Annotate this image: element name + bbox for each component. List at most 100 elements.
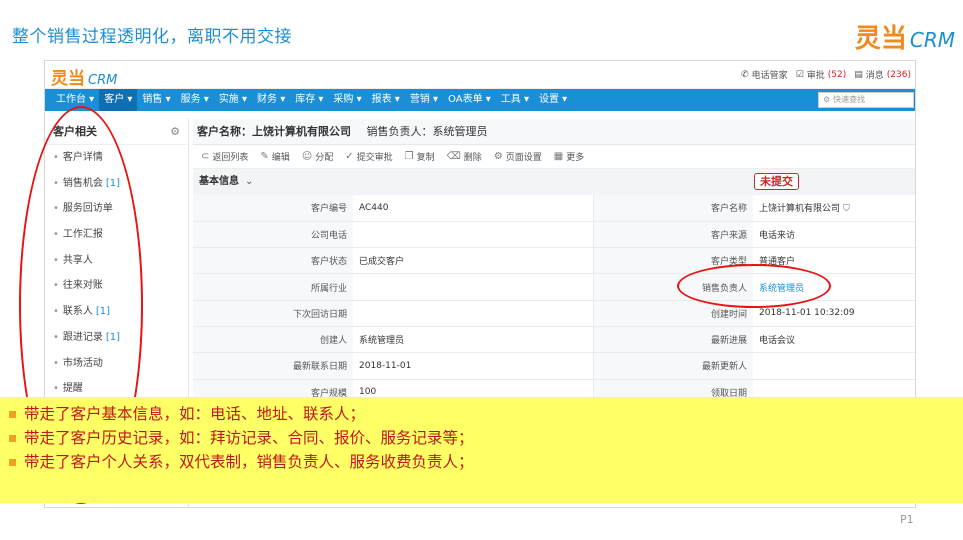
sales-owner: 销售负责人：系统管理员 bbox=[366, 125, 488, 138]
field-label: 客户编号 bbox=[193, 195, 353, 222]
approval-count: (52) bbox=[827, 69, 847, 80]
note-line: 带走了客户历史记录，如：拜访记录、合同、报价、服务记录等； bbox=[9, 426, 963, 450]
sidebar-item-label: 服务回访单 bbox=[62, 203, 113, 215]
sidebar-item-label: 提醒 bbox=[62, 383, 83, 395]
notes-panel: 带走了客户基本信息，如：电话、地址、联系人； 带走了客户历史记录，如：拜访记录、合… bbox=[0, 397, 963, 503]
settings-icon: ⚙ bbox=[493, 151, 503, 162]
nav-item[interactable]: 销售 ▾ bbox=[137, 89, 175, 111]
field-label: 创建时间 bbox=[593, 300, 753, 327]
nav-item[interactable]: 工具 ▾ bbox=[496, 89, 534, 111]
sidebar-item[interactable]: • 市场活动 bbox=[45, 351, 188, 377]
field-label: 客户类型 bbox=[593, 247, 753, 275]
square-bullet-icon bbox=[9, 434, 16, 442]
edit-button[interactable]: ✎ 编辑 bbox=[260, 150, 289, 163]
sidebar-item[interactable]: • 共享人 bbox=[45, 248, 188, 274]
field-value: 系统管理员 bbox=[753, 273, 915, 301]
sidebar-item-label: 市场活动 bbox=[62, 357, 103, 369]
sidebar-item[interactable]: • 销售机会 [1] bbox=[45, 171, 188, 197]
app-logo-crm: CRM bbox=[88, 73, 118, 88]
field-label: 销售负责人 bbox=[593, 273, 753, 301]
nav-item[interactable]: 财务 ▾ bbox=[252, 89, 290, 111]
edit-icon: ✎ bbox=[260, 151, 269, 162]
bullet-icon: • bbox=[53, 357, 59, 369]
table-row: 客户编号 AC440 客户名称 上饶计算机有限公司 ⛉ bbox=[193, 195, 915, 222]
bullet-icon: • bbox=[53, 383, 59, 395]
check-circle-icon: ✓ bbox=[345, 151, 354, 162]
bullet-icon: • bbox=[53, 203, 59, 215]
sidebar-settings-icon[interactable]: ⚙ bbox=[170, 119, 180, 145]
table-row: 公司电话 客户来源 电话来访 bbox=[193, 221, 915, 249]
sidebar-title: 客户相关 ⚙ bbox=[45, 119, 188, 145]
nav-item[interactable]: 实施 ▾ bbox=[214, 89, 252, 111]
nav-item[interactable]: 库存 ▾ bbox=[290, 89, 328, 111]
sidebar-item[interactable]: • 工作汇报 bbox=[45, 222, 188, 248]
field-label: 客户名称 bbox=[593, 195, 753, 222]
approval-link[interactable]: ☑ 审批 (52) bbox=[796, 68, 847, 82]
field-label: 公司电话 bbox=[193, 221, 353, 249]
nav-item[interactable]: 营销 ▾ bbox=[405, 89, 443, 111]
app-top-bar: 灵当 CRM ✆ 电话管家 ☑ 审批 (52) ▤ 消息 (236) bbox=[45, 61, 915, 89]
shield-icon: ⛉ bbox=[843, 204, 850, 215]
bullet-icon: • bbox=[53, 331, 59, 343]
phone-manager-link[interactable]: ✆ 电话管家 bbox=[741, 68, 788, 82]
top-links: ✆ 电话管家 ☑ 审批 (52) ▤ 消息 (236) bbox=[741, 68, 911, 82]
delete-button[interactable]: ⌫ 删除 bbox=[447, 150, 482, 163]
copy-button[interactable]: ❐ 复制 bbox=[405, 150, 435, 163]
table-row: 创建人 系统管理员 最新进展 电话会议 bbox=[193, 326, 915, 354]
field-label: 客户状态 bbox=[193, 247, 353, 275]
sidebar-item-label: 跟进记录 bbox=[62, 331, 103, 343]
field-label: 最新进展 bbox=[593, 326, 753, 354]
field-value: 系统管理员 bbox=[353, 326, 594, 354]
nav-item[interactable]: 客户 ▾ bbox=[99, 89, 138, 111]
field-value: 电话来访 bbox=[753, 221, 915, 249]
sidebar-item[interactable]: • 跟进记录 [1] bbox=[45, 325, 188, 351]
back-icon: ⊂ bbox=[201, 151, 210, 162]
nav-item[interactable]: 服务 ▾ bbox=[176, 89, 214, 111]
more-button[interactable]: ▦ 更多 bbox=[554, 150, 584, 163]
assign-button[interactable]: ☺ 分配 bbox=[302, 150, 333, 163]
brand-logo: 灵当 CRM bbox=[855, 18, 955, 55]
message-icon: ▤ bbox=[854, 69, 863, 80]
logo-mark: 灵当 bbox=[854, 24, 907, 54]
app-logo[interactable]: 灵当 CRM bbox=[51, 64, 117, 89]
nav-item[interactable]: 采购 ▾ bbox=[328, 89, 366, 111]
customer-name: 客户名称：上饶计算机有限公司 bbox=[197, 125, 351, 138]
nav-item[interactable]: 设置 ▾ bbox=[534, 89, 572, 111]
field-value: 电话会议 bbox=[753, 326, 915, 354]
gear-icon: ⚙ bbox=[823, 95, 831, 104]
quick-search-input[interactable]: ⚙ 快速查找 bbox=[818, 92, 914, 108]
sidebar-item[interactable]: • 服务回访单 bbox=[45, 196, 188, 222]
field-value bbox=[353, 273, 594, 301]
page-settings-button[interactable]: ⚙ 页面设置 bbox=[494, 150, 542, 163]
table-row: 所属行业 销售负责人 系统管理员 bbox=[193, 273, 915, 301]
sidebar-item[interactable]: • 往来对账 bbox=[45, 273, 188, 299]
sales-owner-link[interactable]: 系统管理员 bbox=[759, 284, 804, 294]
bullet-icon: • bbox=[53, 254, 59, 266]
submit-approval-button[interactable]: ✓ 提交审批 bbox=[345, 150, 392, 163]
phone-icon: ✆ bbox=[741, 69, 749, 80]
nav-item[interactable]: 报表 ▾ bbox=[367, 89, 405, 111]
nav-item[interactable]: 工作台 ▾ bbox=[51, 89, 99, 111]
sidebar-item[interactable]: • 联系人 [1] bbox=[45, 299, 188, 325]
table-row: 最新联系日期 2018-11-01 最新更新人 bbox=[193, 352, 915, 380]
field-label: 下次回访日期 bbox=[193, 300, 353, 327]
sidebar-item-label: 工作汇报 bbox=[62, 229, 103, 241]
field-value: 已成交客户 bbox=[353, 247, 594, 275]
bullet-icon: • bbox=[53, 177, 59, 189]
square-bullet-icon bbox=[9, 458, 16, 466]
messages-link[interactable]: ▤ 消息 (236) bbox=[854, 68, 911, 82]
nav-item[interactable]: OA表单 ▾ bbox=[443, 89, 496, 111]
grid-icon: ▦ bbox=[553, 151, 564, 162]
copy-icon: ❐ bbox=[404, 151, 414, 162]
field-label: 所属行业 bbox=[193, 273, 353, 301]
user-icon: ☺ bbox=[301, 151, 313, 162]
sidebar-item[interactable]: • 客户详情 bbox=[45, 145, 188, 171]
info-table: 客户编号 AC440 客户名称 上饶计算机有限公司 ⛉ 公司电话 客户来源 电话来访 客户状态已… bbox=[193, 195, 915, 406]
main-nav: 工作台 ▾ 客户 ▾ 销售 ▾ 服务 ▾ 实施 ▾ 财务 ▾ 库存 ▾ 采购 ▾ 报表 ▾ 营销 … bbox=[45, 89, 915, 111]
table-row: 下次回访日期 创建时间 2018-11-01 10:32:09 bbox=[193, 300, 915, 327]
field-label: 最新更新人 bbox=[593, 352, 753, 380]
record-toolbar: ⊂ 返回列表 ✎ 编辑 ☺ 分配 ✓ 提交审批 ❐ 复制 ⌫ 删除 ⚙ 页面设置 ▦ 更多 bbox=[193, 145, 915, 169]
sidebar-item-label: 销售机会 bbox=[62, 177, 103, 189]
back-to-list-button[interactable]: ⊂ 返回列表 bbox=[201, 150, 248, 163]
basic-info-section[interactable]: 基本信息 ⌄ 未提交 bbox=[193, 169, 915, 195]
